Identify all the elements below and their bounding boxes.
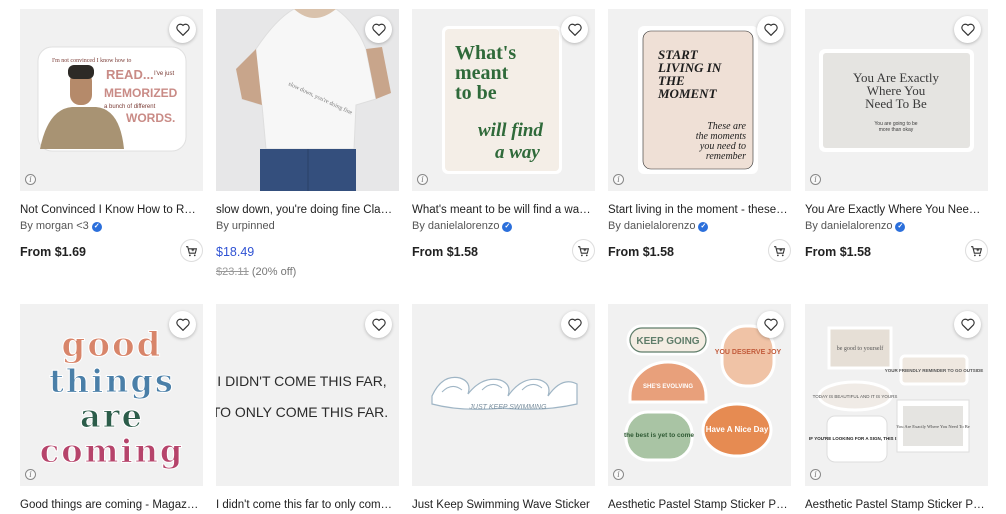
svg-text:I DIDN'T COME THIS FAR,: I DIDN'T COME THIS FAR,	[217, 373, 386, 389]
artist-name[interactable]: By morgan <3 ✓	[20, 219, 206, 234]
product-thumbnail[interactable]: KEEP GOING YOU DESERVE JOY SHE'S EVOLVIN…	[608, 304, 791, 486]
product-card[interactable]: START LIVING IN THE MOMENT These are the…	[608, 9, 794, 262]
product-thumbnail[interactable]: START LIVING IN THE MOMENT These are the…	[608, 9, 791, 191]
product-price: From $1.58	[805, 245, 872, 259]
svg-text:Have A Nice Day: Have A Nice Day	[706, 425, 769, 434]
product-card[interactable]: slow down, you're doing fine slow down, …	[216, 9, 402, 279]
product-thumbnail[interactable]: JUST KEEP SWIMMING	[412, 304, 595, 486]
heart-icon[interactable]	[169, 311, 196, 338]
cart-icon[interactable]	[965, 239, 988, 262]
svg-text:WORDS.: WORDS.	[126, 111, 175, 125]
info-icon[interactable]: i	[613, 469, 624, 480]
heart-icon[interactable]	[954, 311, 981, 338]
product-title[interactable]: You Are Exactly Where You Need To Be Sti…	[805, 203, 985, 218]
artist-name[interactable]: By danielalorenzo ✓	[412, 219, 598, 234]
svg-text:things: things	[49, 362, 175, 400]
product-card[interactable]: What's meant to be will find a way i Wha…	[412, 9, 598, 262]
svg-text:the best is yet to come: the best is yet to come	[624, 432, 694, 439]
artist-name[interactable]: By danielalorenzo ✓	[608, 219, 794, 234]
product-price: $18.49	[216, 245, 255, 259]
svg-text:will find: will find	[478, 120, 543, 141]
heart-icon[interactable]	[954, 16, 981, 43]
info-icon[interactable]: i	[810, 174, 821, 185]
svg-text:MEMORIZED: MEMORIZED	[104, 86, 178, 100]
product-title[interactable]: Not Convinced I Know How to Read…	[20, 203, 200, 218]
product-card[interactable]: I'm not convinced I know how to READ... …	[20, 9, 206, 262]
product-thumbnail[interactable]: be good to yourself YOUR FRIENDLY REMIND…	[805, 304, 988, 486]
product-price: From $1.58	[608, 245, 675, 259]
svg-text:a way: a way	[495, 142, 540, 163]
artist-name[interactable]: By danielalorenzo ✓	[805, 219, 991, 234]
heart-icon[interactable]	[365, 16, 392, 43]
heart-icon[interactable]	[169, 16, 196, 43]
product-title[interactable]: Start living in the moment - these are t…	[608, 203, 788, 218]
product-thumbnail[interactable]: What's meant to be will find a way i	[412, 9, 595, 191]
svg-text:I'm not convinced I know how t: I'm not convinced I know how to	[52, 58, 131, 64]
product-title[interactable]: Just Keep Swimming Wave Sticker	[412, 498, 592, 513]
svg-text:YOUR FRIENDLY REMINDER TO GO O: YOUR FRIENDLY REMINDER TO GO OUTSIDE	[885, 368, 983, 373]
svg-text:are: are	[80, 397, 144, 435]
product-title[interactable]: Aesthetic Pastel Stamp Sticker Pack Stic…	[608, 498, 788, 513]
svg-text:JUST KEEP SWIMMING: JUST KEEP SWIMMING	[468, 404, 547, 411]
product-card[interactable]: You Are Exactly Where You Need To Be You…	[805, 9, 991, 262]
svg-text:remember: remember	[706, 151, 746, 162]
product-price: From $1.69	[20, 245, 87, 259]
verified-icon: ✓	[91, 221, 102, 232]
product-title[interactable]: What's meant to be will find a way Stick…	[412, 203, 592, 218]
verified-icon: ✓	[698, 221, 709, 232]
heart-icon[interactable]	[757, 311, 784, 338]
product-thumbnail[interactable]: slow down, you're doing fine	[216, 9, 399, 191]
heart-icon[interactable]	[757, 16, 784, 43]
svg-text:Need To Be: Need To Be	[865, 96, 927, 111]
svg-text:more than okay: more than okay	[879, 127, 914, 133]
product-card[interactable]: KEEP GOING YOU DESERVE JOY SHE'S EVOLVIN…	[608, 304, 794, 513]
product-thumbnail[interactable]: I'm not convinced I know how to READ... …	[20, 9, 203, 191]
product-card[interactable]: good things are coming i Good things are…	[20, 304, 206, 513]
product-thumbnail[interactable]: I DIDN'T COME THIS FAR, TO ONLY COME THI…	[216, 304, 399, 486]
svg-text:TODAY IS BEAUTIFUL AND IT IS Y: TODAY IS BEAUTIFUL AND IT IS YOURS	[813, 394, 898, 399]
info-icon[interactable]: i	[25, 174, 36, 185]
svg-text:be good to yourself: be good to yourself	[837, 345, 884, 352]
svg-text:MOMENT: MOMENT	[657, 86, 718, 101]
svg-text:I've just: I've just	[154, 71, 174, 77]
product-title[interactable]: Good things are coming - Magazine Cutout…	[20, 498, 200, 513]
svg-text:You Are Exactly Where You Need: You Are Exactly Where You Need To Be	[896, 424, 970, 429]
heart-icon[interactable]	[365, 311, 392, 338]
svg-text:READ...: READ...	[106, 67, 154, 82]
svg-text:SHE'S EVOLVING: SHE'S EVOLVING	[643, 384, 693, 390]
original-price: $23.11 (20% off)	[216, 266, 297, 278]
info-icon[interactable]: i	[417, 174, 428, 185]
verified-icon: ✓	[895, 221, 906, 232]
verified-icon: ✓	[502, 221, 513, 232]
svg-text:What's: What's	[455, 42, 516, 64]
product-card[interactable]: I DIDN'T COME THIS FAR, TO ONLY COME THI…	[216, 304, 402, 513]
cart-icon[interactable]	[768, 239, 791, 262]
product-title[interactable]: slow down, you're doing fine Classic T-S…	[216, 203, 396, 218]
product-card[interactable]: be good to yourself YOUR FRIENDLY REMIND…	[805, 304, 991, 513]
heart-icon[interactable]	[561, 16, 588, 43]
svg-text:good: good	[62, 325, 163, 365]
artist-name[interactable]: By urpinned	[216, 219, 402, 234]
svg-text:TO ONLY COME THIS FAR.: TO ONLY COME THIS FAR.	[216, 404, 388, 420]
heart-icon[interactable]	[561, 311, 588, 338]
svg-text:YOU DESERVE JOY: YOU DESERVE JOY	[715, 349, 782, 356]
product-title[interactable]: I didn't come this far to only come this…	[216, 498, 396, 513]
product-price: From $1.58	[412, 245, 479, 259]
product-thumbnail[interactable]: You Are Exactly Where You Need To Be You…	[805, 9, 988, 191]
product-card[interactable]: JUST KEEP SWIMMING Just Keep Swimming Wa…	[412, 304, 598, 513]
info-icon[interactable]: i	[25, 469, 36, 480]
product-thumbnail[interactable]: good things are coming i	[20, 304, 203, 486]
svg-text:meant: meant	[455, 62, 509, 84]
info-icon[interactable]: i	[613, 174, 624, 185]
svg-text:to be: to be	[455, 82, 497, 104]
cart-icon[interactable]	[180, 239, 203, 262]
product-title[interactable]: Aesthetic Pastel Stamp Sticker Pack Stic…	[805, 498, 985, 513]
svg-text:IF YOU'RE LOOKING FOR A SIGN,: IF YOU'RE LOOKING FOR A SIGN, THIS IS IT…	[809, 436, 905, 441]
svg-text:coming: coming	[40, 432, 184, 470]
svg-text:a bunch of different: a bunch of different	[104, 104, 156, 110]
svg-text:KEEP GOING: KEEP GOING	[636, 336, 699, 347]
info-icon[interactable]: i	[810, 469, 821, 480]
cart-icon[interactable]	[572, 239, 595, 262]
